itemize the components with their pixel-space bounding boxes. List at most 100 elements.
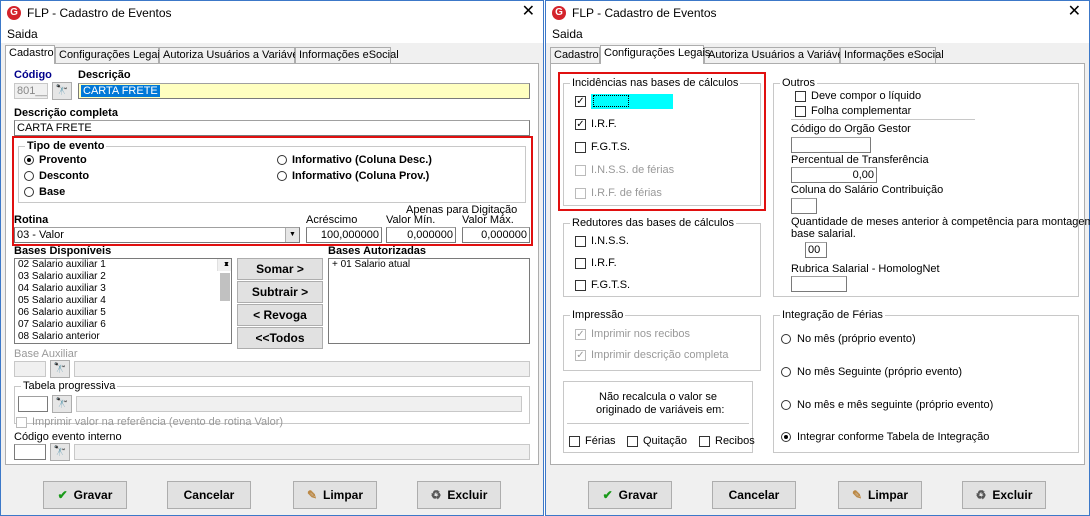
valor-max-field[interactable]: 0,000000 — [462, 227, 530, 243]
redutor-inss-checkbox[interactable] — [575, 236, 586, 247]
base-auxiliar-search-icon[interactable]: 🔭 — [50, 360, 70, 378]
qtd-meses-field[interactable]: 00 — [805, 242, 827, 258]
imprimir-recibos-checkbox[interactable]: ✓ — [575, 329, 586, 340]
radio-base[interactable] — [24, 187, 34, 197]
radio-informativo-desc[interactable] — [277, 155, 287, 165]
tab-page-configuracoes-legais: Incidências nas bases de cálculos ✓ ✓ I.… — [550, 63, 1090, 465]
limpar-button[interactable]: ✎ Limpar — [293, 481, 377, 509]
gravar-label: Gravar — [618, 488, 658, 502]
redutor-fgts-checkbox[interactable] — [575, 280, 586, 291]
impressao-group: Impressão — [563, 309, 761, 371]
list-item[interactable]: 05 Salario auxiliar 4 — [15, 295, 231, 307]
radio-base-label: Base — [39, 186, 66, 198]
list-item[interactable]: 06 Salario auxiliar 5 — [15, 307, 231, 319]
close-icon[interactable]: ✕ — [1068, 4, 1081, 20]
impressao-title: Impressão — [570, 309, 626, 321]
irf-ferias-checkbox[interactable] — [575, 188, 586, 199]
irf-checkbox[interactable]: ✓ — [575, 119, 586, 130]
base-auxiliar-field[interactable] — [14, 361, 46, 377]
coluna-salario-label: Coluna do Salário Contribuição — [791, 184, 944, 196]
subtrair-button[interactable]: Subtrair > — [237, 281, 323, 303]
codigo-interno-field[interactable] — [14, 444, 46, 460]
rotina-value: 03 - Valor — [17, 229, 64, 241]
menu-bar: Saida — [546, 25, 1089, 43]
list-item[interactable]: 04 Salario auxiliar 3 — [15, 283, 231, 295]
bases-autorizadas-label: Bases Autorizadas — [328, 245, 427, 257]
list-item[interactable]: 03 Salario auxiliar 2 — [15, 271, 231, 283]
rubrica-field[interactable] — [791, 276, 847, 292]
orgao-gestor-field[interactable] — [791, 137, 871, 153]
cancelar-button[interactable]: Cancelar — [712, 481, 796, 509]
codigo-field[interactable]: 801__ — [14, 83, 48, 99]
menu-saida[interactable]: Saida — [7, 27, 38, 41]
descricao-completa-field[interactable]: CARTA FRETE — [14, 120, 530, 136]
redutor-irf-checkbox[interactable] — [575, 258, 586, 269]
tabela-progressiva-field[interactable] — [18, 396, 48, 412]
limpar-button[interactable]: ✎ Limpar — [838, 481, 922, 509]
radio-mes-seguinte[interactable] — [781, 367, 791, 377]
tab-configuracoes-legais[interactable]: Configurações Legais — [55, 47, 165, 63]
imprimir-referencia-checkbox[interactable] — [16, 417, 27, 428]
radio-mes-e-seguinte[interactable] — [781, 400, 791, 410]
tab-informacoes-esocial[interactable]: Informações eSocial — [840, 47, 944, 63]
descricao-field[interactable]: CARTA FRETE — [78, 83, 530, 99]
tabela-progressiva-search-icon[interactable]: 🔭 — [52, 395, 72, 413]
divider — [791, 119, 975, 120]
chevron-down-icon[interactable]: ▼ — [285, 228, 299, 242]
codigo-interno-search-icon[interactable]: 🔭 — [50, 443, 70, 461]
trash-icon: ♻ — [430, 488, 442, 502]
inss-ferias-checkbox[interactable] — [575, 165, 586, 176]
somar-button[interactable]: Somar > — [237, 258, 323, 280]
rotina-select[interactable]: 03 - Valor ▼ — [14, 227, 300, 243]
quitacao-checkbox[interactable] — [627, 436, 638, 447]
fgts-checkbox[interactable] — [575, 142, 586, 153]
outros-title: Outros — [780, 77, 818, 89]
radio-informativo-prov[interactable] — [277, 171, 287, 181]
gravar-button[interactable]: ✔ Gravar — [588, 481, 672, 509]
broom-icon: ✎ — [851, 488, 863, 502]
radio-tabela-integracao[interactable] — [781, 432, 791, 442]
list-item[interactable]: 07 Salario auxiliar 6 — [15, 319, 231, 331]
folha-complementar-checkbox[interactable] — [795, 106, 806, 117]
imprimir-descricao-checkbox[interactable]: ✓ — [575, 350, 586, 361]
close-icon[interactable]: ✕ — [522, 4, 535, 20]
tab-cadastro[interactable]: Cadastro — [5, 45, 55, 64]
radio-no-mes[interactable] — [781, 334, 791, 344]
list-scrollbar[interactable]: ▲ ▼ — [217, 259, 231, 301]
cancelar-button[interactable]: Cancelar — [167, 481, 251, 509]
bases-disponiveis-list[interactable]: 02 Salario auxiliar 1 03 Salario auxilia… — [14, 258, 232, 344]
list-item[interactable]: 02 Salario auxiliar 1 — [15, 259, 231, 271]
scroll-down-icon[interactable]: ▼ — [218, 259, 231, 271]
radio-provento[interactable] — [24, 155, 34, 165]
ferias-checkbox[interactable] — [569, 436, 580, 447]
codigo-search-icon[interactable]: 🔭 — [52, 82, 72, 100]
incidencia-checkbox-1[interactable]: ✓ — [575, 96, 586, 107]
list-item[interactable]: + 01 Salario atual — [329, 259, 529, 271]
menu-saida[interactable]: Saida — [552, 27, 583, 41]
valor-min-field[interactable]: 0,000000 — [386, 227, 456, 243]
excluir-label: Excluir — [447, 488, 488, 502]
revoga-button[interactable]: < Revoga — [237, 304, 323, 326]
excluir-button[interactable]: ♻ Excluir — [417, 481, 501, 509]
bases-autorizadas-list[interactable]: + 01 Salario atual — [328, 258, 530, 344]
tab-autoriza-usuarios[interactable]: Autoriza Usuários a Variáveis — [159, 47, 306, 63]
tab-autoriza-usuarios[interactable]: Autoriza Usuários a Variáveis — [704, 47, 851, 63]
gravar-button[interactable]: ✔ Gravar — [43, 481, 127, 509]
tab-configuracoes-legais[interactable]: Configurações Legais — [600, 45, 710, 64]
recibos-checkbox[interactable] — [699, 436, 710, 447]
radio-desconto[interactable] — [24, 171, 34, 181]
tab-cadastro[interactable]: Cadastro — [550, 47, 600, 63]
tab-informacoes-esocial[interactable]: Informações eSocial — [295, 47, 399, 63]
coluna-salario-field[interactable] — [791, 198, 817, 214]
list-item[interactable]: 08 Salario anterior — [15, 331, 231, 343]
scroll-thumb[interactable] — [220, 273, 230, 301]
excluir-button[interactable]: ♻ Excluir — [962, 481, 1046, 509]
radio-tabela-integracao-label: Integrar conforme Tabela de Integração — [797, 431, 990, 443]
acrescimo-field[interactable]: 100,000000 — [306, 227, 382, 243]
deve-compor-liquido-checkbox[interactable] — [795, 91, 806, 102]
imprimir-descricao-label: Imprimir descrição completa — [591, 349, 729, 361]
fgts-label: F.G.T.S. — [591, 141, 631, 153]
nao-recalcula-text1: Não recalcula o valor se — [599, 391, 718, 403]
percentual-field[interactable]: 0,00 — [791, 167, 877, 183]
todos-button[interactable]: <<Todos — [237, 327, 323, 349]
